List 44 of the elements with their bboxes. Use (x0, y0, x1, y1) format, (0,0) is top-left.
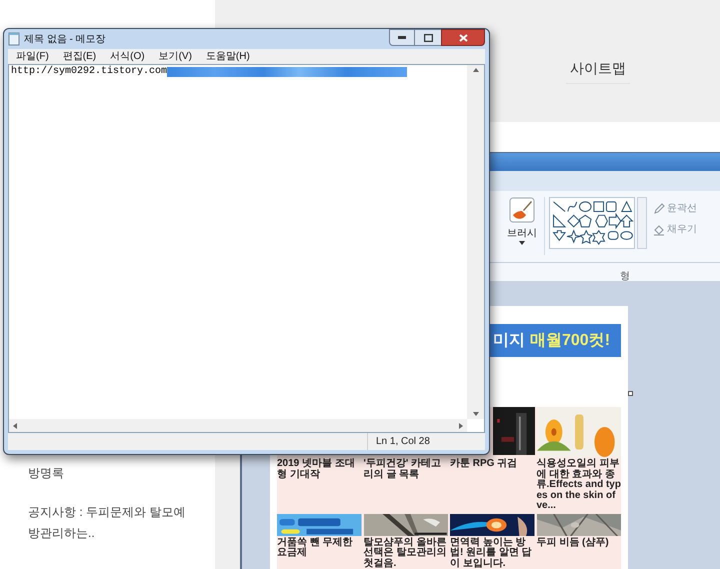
sidebar-link[interactable]: 방명록 (28, 463, 195, 484)
ad-caption[interactable]: 두피 비듬 (샴푸) (536, 538, 621, 548)
banner-text: 미지 (493, 330, 525, 350)
maximize-button[interactable] (415, 29, 441, 46)
close-button[interactable] (441, 29, 485, 46)
vertical-scrollbar[interactable] (467, 65, 484, 419)
minimize-icon (398, 36, 406, 39)
menu-item[interactable]: 편집(E) (62, 49, 96, 64)
sidebar-link[interactable]: 공지사항 : 두피문제와 탈모예방관리하는.. (28, 502, 195, 544)
pencil-icon[interactable] (653, 202, 665, 214)
fill-bucket-icon[interactable] (653, 224, 665, 236)
brush-icon[interactable] (509, 197, 535, 223)
ad-caption[interactable]: 식용성오일의 피부에 대한 효과와 종류.Effects and types on the skin of ve... (536, 459, 621, 512)
menu-item[interactable]: 보기(V) (158, 49, 192, 64)
text-area[interactable]: http://sym0292.tistory.com (8, 64, 485, 433)
cursor-position: Ln 1, Col 28 (375, 435, 430, 449)
close-icon (458, 34, 468, 42)
scroll-right-icon[interactable] (459, 422, 463, 428)
shape-gallery-drawing[interactable] (549, 197, 635, 249)
ad-caption[interactable]: 카툰 RPG 귀검 (450, 459, 534, 470)
menu-item[interactable]: 서식(O) (110, 49, 145, 64)
resize-handle[interactable] (628, 391, 633, 396)
menu-item[interactable]: 파일(F) (16, 49, 49, 64)
maximize-icon (424, 34, 432, 42)
document-text: http://sym0292.tistory.com (11, 66, 168, 78)
brush-label: 브러시 (507, 227, 537, 241)
group-label: 형 (620, 271, 630, 282)
scroll-down-icon[interactable] (472, 412, 478, 416)
menu-item[interactable]: 도움말(H) (206, 49, 250, 64)
ad-caption[interactable]: 2019 넷마블 조대형 기대작 (277, 459, 362, 480)
caret-icon[interactable] (519, 241, 525, 245)
ad-caption[interactable]: 면역력 높이는 방법! 원리를 알면 답이 보입니다. (450, 538, 534, 569)
banner-text: 매월700컷! (530, 330, 610, 350)
minimize-button[interactable] (389, 29, 415, 46)
window-title: 제목 없음 - 메모장 (24, 32, 106, 46)
sitemap-link[interactable]: 사이트맵 (566, 58, 630, 84)
ad-caption[interactable]: 탈모샴푸의 올바른 선택은 탈모관리의 첫걸음. (364, 538, 448, 569)
scroll-up-icon[interactable] (472, 68, 478, 72)
notepad-icon (8, 32, 20, 46)
scroll-left-icon[interactable] (13, 422, 17, 428)
gallery-scrollbar[interactable] (637, 197, 647, 249)
ad-caption[interactable]: '두피건강' 카테고리의 글 목록 (364, 459, 448, 480)
ad-caption[interactable]: 거품쏙 뺀 무제한 요금제 (277, 538, 362, 558)
horizontal-scrollbar[interactable] (9, 419, 467, 432)
